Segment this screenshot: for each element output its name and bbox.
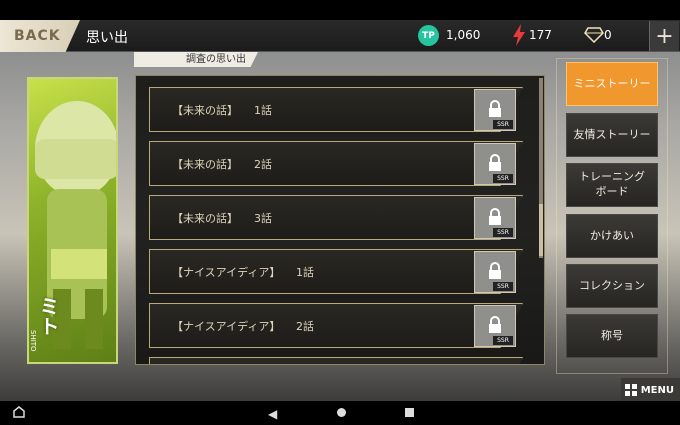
story-episode: 2話 xyxy=(254,158,272,171)
rarity-badge: SSR xyxy=(493,282,513,291)
header-bar: BACK 思い出 TP 1,060 177 0 + xyxy=(0,20,680,52)
story-title: 【ナイスアイディア】 xyxy=(172,320,281,333)
nav-home-icon[interactable] xyxy=(337,408,346,417)
rarity-badge: SSR xyxy=(493,336,513,345)
story-thumbnail: SSR xyxy=(474,89,516,131)
story-episode: 3話 xyxy=(254,212,272,225)
story-episode: 2話 xyxy=(296,320,314,333)
tp-value: 1,060 xyxy=(446,28,481,42)
menu-button[interactable]: MENU xyxy=(621,378,680,402)
side-menu-item[interactable]: トレーニング ボード xyxy=(566,163,658,207)
character-subname: SHITO xyxy=(29,330,37,352)
story-thumbnail: SSR xyxy=(474,305,516,347)
story-title: 【ナイスアイディア】 xyxy=(172,266,281,279)
tp-icon: TP xyxy=(418,25,439,46)
story-thumbnail: SSR xyxy=(474,251,516,293)
game-screen: BACK 思い出 TP 1,060 177 0 + 調査の思い出 ミト SHIT… xyxy=(0,0,680,425)
grid-icon xyxy=(625,384,637,396)
status-bar xyxy=(0,0,680,20)
story-title: 【未来の話】 xyxy=(172,104,238,117)
story-row[interactable]: 【未来の話】 2話 xyxy=(149,141,523,186)
story-row[interactable]: 【未来の話】 1話 xyxy=(149,87,523,132)
story-thumbnail: SSR xyxy=(474,197,516,239)
add-currency-button[interactable]: + xyxy=(649,21,679,51)
memory-subtab[interactable]: 調査の思い出 xyxy=(134,52,258,67)
story-row[interactable]: 【ナイスアイディア】 2話 xyxy=(149,303,523,348)
gem-value: 0 xyxy=(604,28,612,42)
nav-recent-icon[interactable] xyxy=(405,408,414,417)
story-title: 【未来の話】 xyxy=(172,212,238,225)
side-menu-item[interactable]: 称号 xyxy=(566,314,658,358)
page-title: 思い出 xyxy=(86,30,128,46)
rarity-badge: SSR xyxy=(493,120,513,129)
story-thumbnail: SSR xyxy=(474,143,516,185)
rarity-badge: SSR xyxy=(493,228,513,237)
story-episode: 1話 xyxy=(296,266,314,279)
story-list: 【未来の話】 1話 SSR 【未来の話】 2話 SSR 【未来の話】 3話 SSR 【ナイスアイデ… xyxy=(135,75,545,365)
lock-icon xyxy=(489,208,501,225)
lock-icon xyxy=(489,154,501,171)
scrollbar-thumb[interactable] xyxy=(539,204,543,256)
character-name: ミト xyxy=(36,296,60,336)
lock-icon xyxy=(489,262,501,279)
lightning-icon xyxy=(513,24,525,46)
back-button[interactable]: BACK xyxy=(0,20,80,52)
diamond-icon xyxy=(584,27,604,43)
story-title: 【未来の話】 xyxy=(172,158,238,171)
home-screen-icon[interactable] xyxy=(12,405,26,419)
menu-label: MENU xyxy=(640,384,674,396)
side-menu-item[interactable]: コレクション xyxy=(566,264,658,308)
story-episode: 1話 xyxy=(254,104,272,117)
story-row[interactable]: 【ナイスアイディア】 1話 xyxy=(149,249,523,294)
story-row[interactable]: 【未来の話】 3話 xyxy=(149,195,523,240)
side-menu-item[interactable]: かけあい xyxy=(566,214,658,258)
rarity-badge: SSR xyxy=(493,174,513,183)
stamina-value: 177 xyxy=(529,28,552,42)
nav-back-icon[interactable]: ◀ xyxy=(268,407,277,421)
story-row-partial[interactable] xyxy=(149,357,523,364)
lock-icon xyxy=(489,100,501,117)
side-menu-item[interactable]: 友情ストーリー xyxy=(566,113,658,157)
side-menu-item[interactable]: ミニストーリー xyxy=(566,62,658,106)
lock-icon xyxy=(489,316,501,333)
